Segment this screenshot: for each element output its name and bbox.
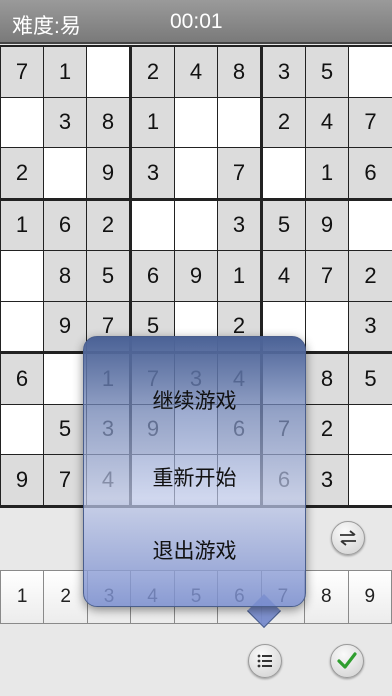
- sudoku-cell[interactable]: 6: [132, 251, 174, 301]
- swap-button[interactable]: [331, 521, 365, 555]
- list-icon: [257, 654, 273, 668]
- sudoku-cell[interactable]: 7: [349, 97, 392, 147]
- sudoku-cell[interactable]: 2: [87, 200, 129, 250]
- sudoku-cell[interactable]: 3: [132, 148, 174, 198]
- sudoku-cell[interactable]: [306, 301, 348, 351]
- sudoku-cell[interactable]: 8: [306, 354, 348, 404]
- sudoku-cell[interactable]: [1, 251, 43, 301]
- number-key[interactable]: 8: [305, 571, 349, 623]
- sudoku-cell[interactable]: 8: [87, 97, 129, 147]
- sudoku-cell[interactable]: 7: [218, 148, 260, 198]
- sudoku-cell[interactable]: 9: [44, 301, 86, 351]
- sudoku-cell[interactable]: 9: [87, 148, 129, 198]
- sudoku-cell[interactable]: 6: [349, 148, 392, 198]
- sudoku-cell[interactable]: 6: [1, 354, 43, 404]
- sudoku-cell[interactable]: 1: [132, 97, 174, 147]
- sudoku-cell[interactable]: 7: [306, 251, 348, 301]
- sudoku-cell[interactable]: 3: [306, 455, 348, 505]
- sudoku-cell[interactable]: [218, 97, 260, 147]
- sudoku-cell[interactable]: 2: [263, 97, 305, 147]
- sudoku-cell[interactable]: 9: [306, 200, 348, 250]
- sudoku-cell[interactable]: [44, 354, 86, 404]
- number-key[interactable]: 2: [44, 571, 88, 623]
- sudoku-cell[interactable]: 8: [44, 251, 86, 301]
- list-button[interactable]: [248, 644, 282, 678]
- sudoku-cell[interactable]: 4: [175, 47, 217, 97]
- number-key[interactable]: 1: [1, 571, 45, 623]
- swap-arrows-icon: [338, 530, 358, 546]
- sudoku-cell[interactable]: 7: [1, 47, 43, 97]
- resume-game-button[interactable]: 继续游戏: [83, 370, 306, 430]
- top-bar: 难度:易 00:01: [0, 0, 392, 44]
- sudoku-cell[interactable]: 8: [218, 47, 260, 97]
- restart-game-button[interactable]: 重新开始: [83, 447, 306, 507]
- sudoku-cell[interactable]: 3: [44, 97, 86, 147]
- number-key[interactable]: 9: [348, 571, 392, 623]
- sudoku-cell[interactable]: 5: [349, 354, 392, 404]
- sudoku-cell[interactable]: [175, 200, 217, 250]
- sudoku-cell[interactable]: 2: [306, 404, 348, 454]
- sudoku-cell[interactable]: [175, 148, 217, 198]
- sudoku-cell[interactable]: 1: [218, 251, 260, 301]
- sudoku-cell[interactable]: 5: [44, 404, 86, 454]
- sudoku-cell[interactable]: 1: [1, 200, 43, 250]
- sudoku-cell[interactable]: 2: [349, 251, 392, 301]
- sudoku-cell[interactable]: [1, 301, 43, 351]
- checkmark-icon: [337, 652, 357, 670]
- sudoku-cell[interactable]: 4: [263, 251, 305, 301]
- sudoku-cell[interactable]: [349, 404, 392, 454]
- sudoku-cell[interactable]: [349, 455, 392, 505]
- difficulty-label: 难度:易: [12, 15, 81, 38]
- timer: 00:01: [170, 10, 223, 33]
- sudoku-cell[interactable]: [132, 200, 174, 250]
- sudoku-cell[interactable]: 1: [306, 148, 348, 198]
- sudoku-cell[interactable]: [349, 47, 392, 97]
- sudoku-cell[interactable]: 5: [87, 251, 129, 301]
- sudoku-cell[interactable]: 3: [263, 47, 305, 97]
- sudoku-cell[interactable]: [1, 404, 43, 454]
- sudoku-cell[interactable]: [349, 200, 392, 250]
- sudoku-cell[interactable]: 7: [44, 455, 86, 505]
- sudoku-cell[interactable]: 2: [132, 47, 174, 97]
- sudoku-cell[interactable]: 5: [263, 200, 305, 250]
- check-button[interactable]: [330, 644, 364, 678]
- quit-game-button[interactable]: 退出游戏: [83, 520, 306, 580]
- sudoku-cell[interactable]: 9: [175, 251, 217, 301]
- sudoku-cell[interactable]: [1, 97, 43, 147]
- sudoku-cell[interactable]: [263, 148, 305, 198]
- sudoku-cell[interactable]: 3: [349, 301, 392, 351]
- sudoku-cell[interactable]: 6: [44, 200, 86, 250]
- sudoku-cell[interactable]: [87, 47, 129, 97]
- sudoku-cell[interactable]: 9: [1, 455, 43, 505]
- sudoku-cell[interactable]: 2: [1, 148, 43, 198]
- sudoku-cell[interactable]: 1: [44, 47, 86, 97]
- sudoku-cell[interactable]: [44, 148, 86, 198]
- sudoku-cell[interactable]: 4: [306, 97, 348, 147]
- sudoku-cell[interactable]: 3: [218, 200, 260, 250]
- sudoku-cell[interactable]: 5: [306, 47, 348, 97]
- sudoku-cell[interactable]: [175, 97, 217, 147]
